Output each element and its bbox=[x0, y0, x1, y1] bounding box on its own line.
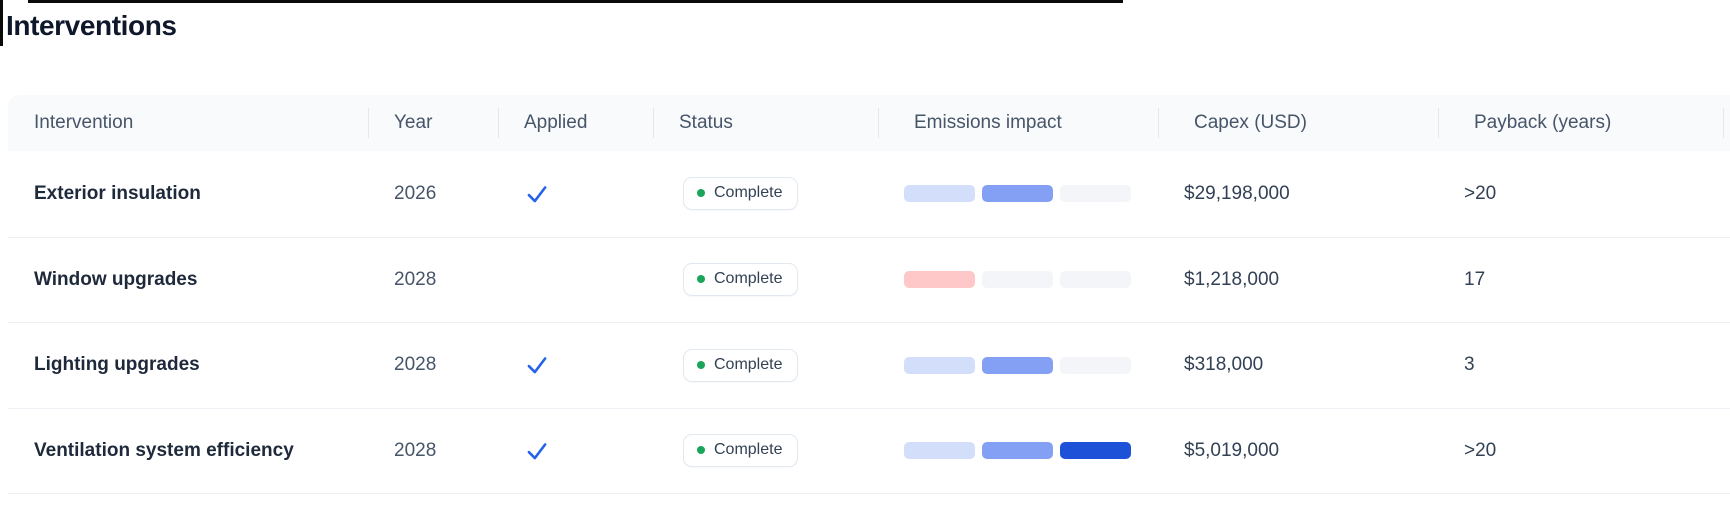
status-badge[interactable]: Complete bbox=[683, 177, 798, 210]
status-dot-icon bbox=[697, 189, 705, 197]
emissions-segment bbox=[982, 442, 1053, 459]
table-row[interactable]: Lighting upgrades 2028 Complete $318,000… bbox=[8, 322, 1730, 408]
emissions-impact-bar bbox=[904, 357, 1131, 374]
table-row[interactable]: Window upgrades 2028 Complete $1,218,000… bbox=[8, 237, 1730, 323]
emissions-impact-bar bbox=[904, 442, 1131, 459]
status-label: Complete bbox=[714, 184, 782, 202]
table-body: Exterior insulation 2026 Complete $29,19… bbox=[8, 151, 1730, 494]
column-header-status[interactable]: Status bbox=[653, 95, 878, 151]
capex-value: $318,000 bbox=[1184, 354, 1263, 376]
capex-value: $1,218,000 bbox=[1184, 269, 1279, 291]
status-badge[interactable]: Complete bbox=[683, 349, 798, 382]
status-badge[interactable]: Complete bbox=[683, 263, 798, 296]
year-value: 2028 bbox=[394, 269, 436, 291]
applied-check-icon bbox=[524, 181, 550, 207]
column-header-intervention[interactable]: Intervention bbox=[8, 95, 368, 151]
emissions-segment bbox=[904, 442, 975, 459]
emissions-segment bbox=[904, 185, 975, 202]
column-header-applied[interactable]: Applied bbox=[498, 95, 653, 151]
emissions-segment bbox=[1060, 271, 1131, 288]
column-header-emissions-impact[interactable]: Emissions impact bbox=[878, 95, 1158, 151]
year-value: 2028 bbox=[394, 354, 436, 376]
window-left-border bbox=[0, 0, 3, 46]
table-header-row: Intervention Year Applied Status Emissio… bbox=[8, 95, 1730, 151]
emissions-segment bbox=[1060, 185, 1131, 202]
intervention-name: Lighting upgrades bbox=[34, 354, 200, 376]
status-label: Complete bbox=[714, 356, 782, 374]
table-row[interactable]: Exterior insulation 2026 Complete $29,19… bbox=[8, 151, 1730, 237]
year-value: 2028 bbox=[394, 440, 436, 462]
intervention-name: Window upgrades bbox=[34, 269, 197, 291]
payback-value: >20 bbox=[1464, 440, 1496, 462]
status-dot-icon bbox=[697, 275, 705, 283]
status-dot-icon bbox=[697, 361, 705, 369]
emissions-impact-bar bbox=[904, 185, 1131, 202]
column-header-clipped bbox=[1723, 95, 1730, 151]
emissions-segment bbox=[982, 185, 1053, 202]
payback-value: 17 bbox=[1464, 269, 1485, 291]
window-top-border bbox=[28, 0, 1123, 3]
table-row[interactable]: Ventilation system efficiency 2028 Compl… bbox=[8, 408, 1730, 494]
status-label: Complete bbox=[714, 270, 782, 288]
emissions-segment bbox=[1060, 357, 1131, 374]
status-label: Complete bbox=[714, 441, 782, 459]
intervention-name: Ventilation system efficiency bbox=[34, 440, 294, 462]
emissions-segment bbox=[1060, 442, 1131, 459]
capex-value: $5,019,000 bbox=[1184, 440, 1279, 462]
intervention-name: Exterior insulation bbox=[34, 183, 201, 205]
emissions-segment bbox=[904, 357, 975, 374]
column-header-year[interactable]: Year bbox=[368, 95, 498, 151]
interventions-table: Intervention Year Applied Status Emissio… bbox=[8, 95, 1730, 494]
emissions-segment bbox=[904, 271, 975, 288]
column-header-payback[interactable]: Payback (years) bbox=[1438, 95, 1723, 151]
status-dot-icon bbox=[697, 446, 705, 454]
applied-check-icon bbox=[524, 438, 550, 464]
capex-value: $29,198,000 bbox=[1184, 183, 1290, 205]
payback-value: 3 bbox=[1464, 354, 1475, 376]
column-header-capex[interactable]: Capex (USD) bbox=[1158, 95, 1438, 151]
payback-value: >20 bbox=[1464, 183, 1496, 205]
applied-check-icon bbox=[524, 352, 550, 378]
year-value: 2026 bbox=[394, 183, 436, 205]
page-title: Interventions bbox=[6, 10, 177, 42]
emissions-segment bbox=[982, 357, 1053, 374]
emissions-impact-bar bbox=[904, 271, 1131, 288]
emissions-segment bbox=[982, 271, 1053, 288]
status-badge[interactable]: Complete bbox=[683, 434, 798, 467]
